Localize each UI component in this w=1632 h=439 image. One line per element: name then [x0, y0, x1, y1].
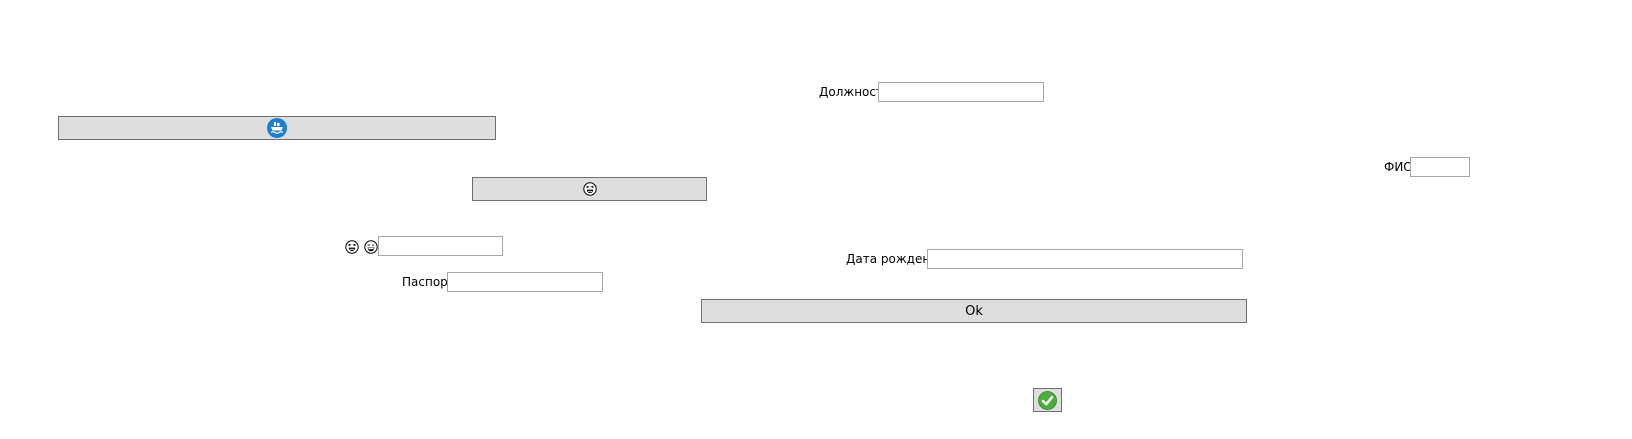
ship-button[interactable]: [58, 116, 496, 140]
confirm-button[interactable]: [1033, 388, 1062, 412]
ship-icon: [267, 118, 287, 138]
position-input[interactable]: [878, 82, 1044, 102]
green-checkmark-icon: [1038, 390, 1057, 410]
laughing-face-icon: [582, 182, 597, 196]
grinning-face-icon: [364, 240, 378, 254]
emoji-field-label: [345, 239, 378, 255]
fio-label: ФИО: [1384, 160, 1413, 174]
ok-button[interactable]: Ok: [701, 299, 1247, 323]
emoji-field-input[interactable]: [378, 236, 503, 256]
birthdate-input[interactable]: [927, 249, 1243, 269]
laughing-face-icon: [345, 240, 359, 254]
laugh-button[interactable]: [472, 177, 707, 201]
passport-input[interactable]: [447, 272, 603, 292]
fio-input[interactable]: [1410, 157, 1470, 177]
